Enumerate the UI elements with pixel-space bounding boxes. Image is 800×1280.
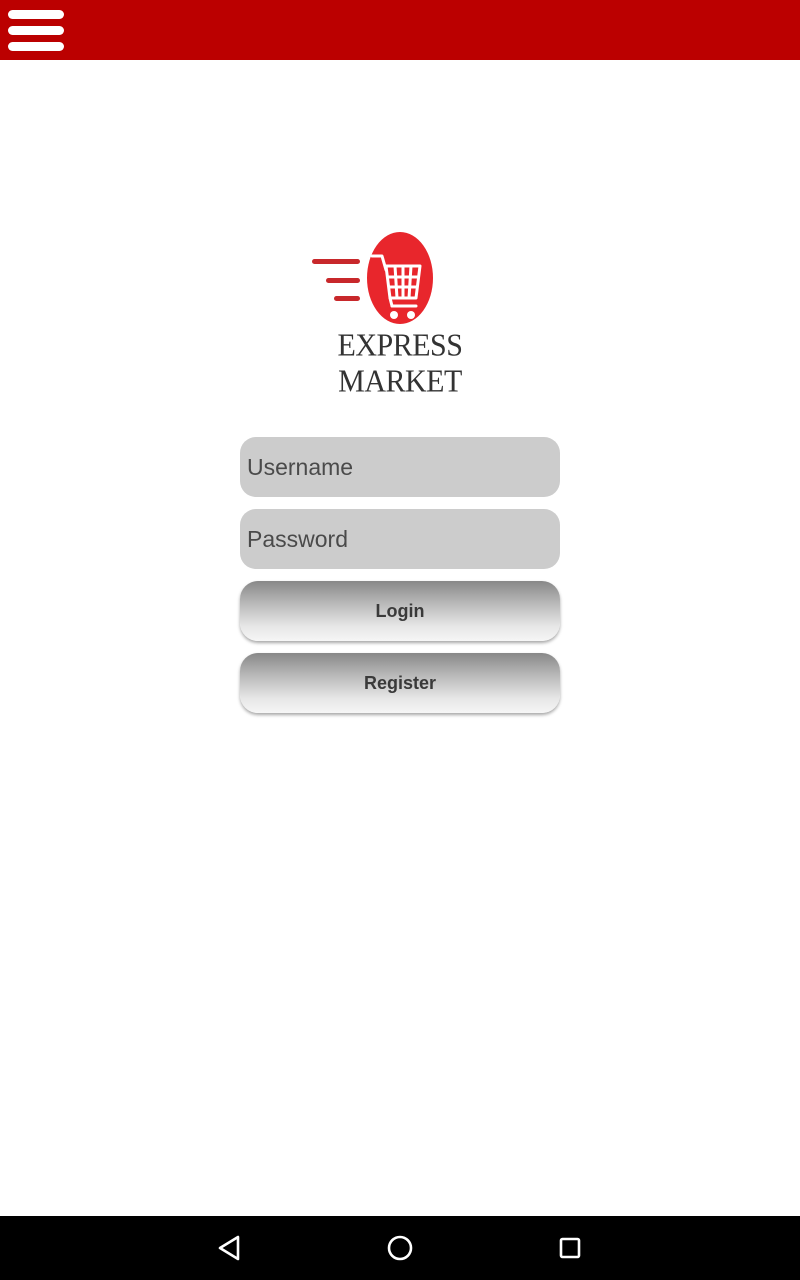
home-icon[interactable] bbox=[384, 1232, 416, 1264]
login-button[interactable]: Login bbox=[240, 581, 560, 641]
username-input[interactable] bbox=[240, 437, 560, 497]
register-button-label: Register bbox=[363, 672, 437, 693]
menu-bar-line bbox=[8, 10, 64, 19]
shopping-cart-icon bbox=[312, 232, 433, 324]
menu-bar-line bbox=[8, 26, 64, 35]
system-nav-bar bbox=[0, 1216, 800, 1280]
back-icon[interactable] bbox=[214, 1232, 246, 1264]
password-input[interactable] bbox=[240, 509, 560, 569]
menu-bar-line bbox=[8, 42, 64, 51]
login-screen: EXPRESS MARKET Login Register bbox=[0, 0, 800, 1280]
login-button-label: Login bbox=[375, 600, 425, 621]
register-button[interactable]: Register bbox=[240, 653, 560, 713]
hamburger-menu-icon[interactable] bbox=[4, 6, 68, 56]
recents-icon[interactable] bbox=[554, 1232, 586, 1264]
app-bar bbox=[0, 0, 800, 60]
brand-logo: EXPRESS MARKET bbox=[290, 226, 510, 399]
brand-name: EXPRESS MARKET bbox=[337, 328, 463, 399]
